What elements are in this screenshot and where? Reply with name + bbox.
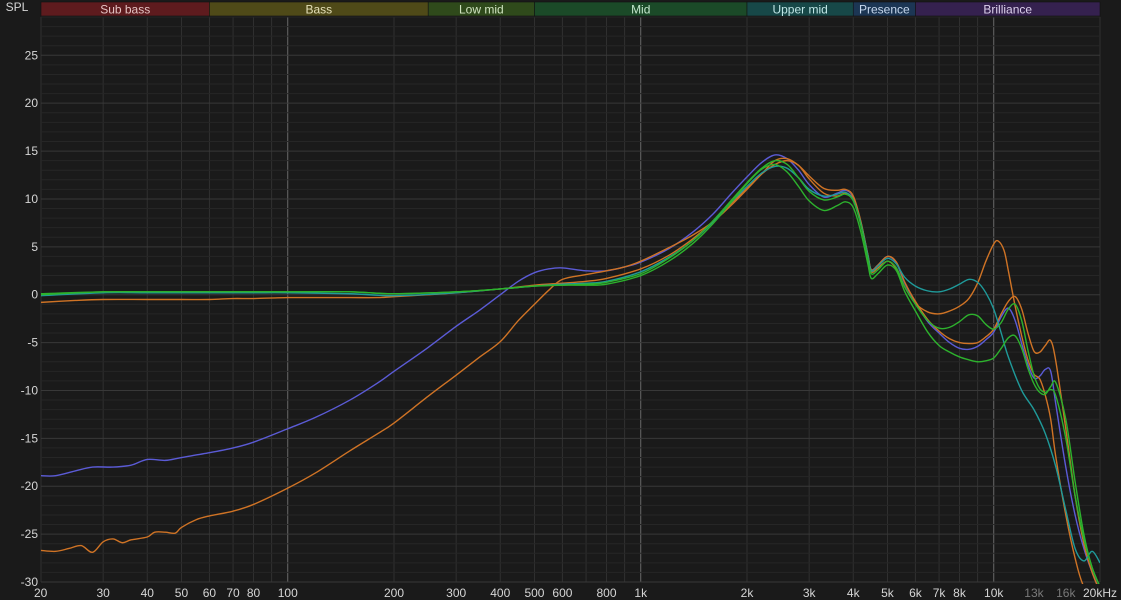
y-tick-label: 10	[25, 192, 39, 206]
y-tick-label: -5	[27, 336, 38, 350]
y-tick-label: 5	[31, 240, 38, 254]
band-label: Sub bass	[100, 3, 150, 17]
x-tick-label: 5k	[881, 586, 895, 600]
x-tick-label: 20kHz	[1083, 586, 1117, 600]
x-tick-label: 16k	[1056, 586, 1076, 600]
x-tick-label: 400	[490, 586, 510, 600]
x-tick-label: 40	[141, 586, 155, 600]
band-label: Mid	[631, 3, 650, 17]
band-label: Low mid	[459, 3, 504, 17]
y-tick-label: -25	[21, 527, 39, 541]
y-tick-label: -20	[21, 479, 39, 493]
frequency-band-bar: Sub bass Bass Low mid Mid Upper mid Presence B…	[40, 1, 1101, 17]
x-tick-label: 50	[175, 586, 189, 600]
y-tick-label: -10	[21, 383, 39, 397]
x-tick-label: 100	[278, 586, 298, 600]
x-tick-label: 200	[384, 586, 404, 600]
x-tick-label: 30	[96, 586, 110, 600]
y-tick-label: 20	[25, 96, 39, 110]
y-tick-label: 15	[25, 144, 39, 158]
x-tick-label: 13k	[1024, 586, 1044, 600]
x-tick-label: 7k	[933, 586, 947, 600]
x-tick-label: 60	[203, 586, 217, 600]
x-tick-label: 70	[226, 586, 240, 600]
x-tick-label: 20	[34, 586, 48, 600]
x-tick-label: 10k	[984, 586, 1004, 600]
x-tick-label: 1k	[634, 586, 648, 600]
x-tick-label: 8k	[953, 586, 967, 600]
y-tick-label: -15	[21, 431, 39, 445]
band-label: Presence	[859, 3, 910, 17]
frequency-response-chart: Sub bass Bass Low mid Mid Upper mid Presence B…	[0, 0, 1121, 600]
x-tick-label: 800	[597, 586, 617, 600]
y-tick-label: 0	[31, 288, 38, 302]
x-tick-label: 3k	[803, 586, 817, 600]
band-label: Bass	[305, 3, 332, 17]
x-tick-label: 500	[524, 586, 544, 600]
x-tick-label: 600	[552, 586, 572, 600]
y-axis-label: SPL	[6, 0, 29, 14]
x-tick-label: 80	[247, 586, 261, 600]
y-tick-label: 25	[25, 48, 39, 62]
x-tick-label: 6k	[909, 586, 923, 600]
x-tick-label: 4k	[847, 586, 861, 600]
band-label: Brilliance	[983, 3, 1032, 17]
x-tick-label: 300	[446, 586, 466, 600]
x-tick-label: 2k	[741, 586, 755, 600]
band-label: Upper mid	[772, 3, 827, 17]
